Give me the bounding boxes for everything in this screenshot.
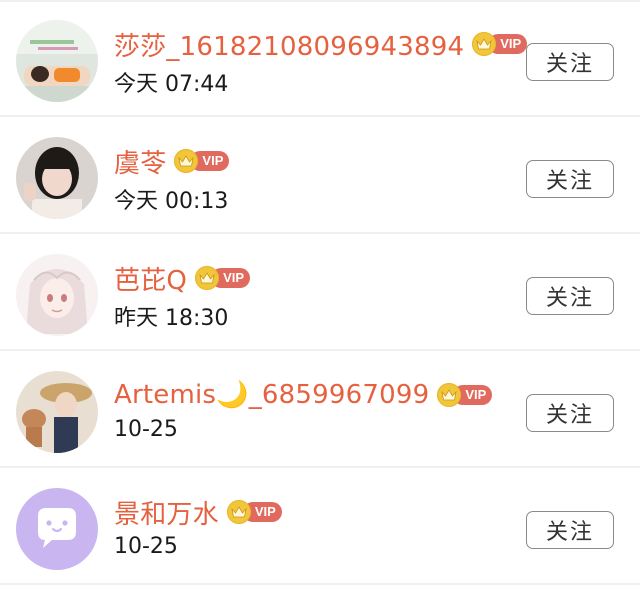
name-line: Artemis🌙_6859967099 VIP: [114, 377, 493, 413]
name-line: 虞苓 VIP: [114, 143, 230, 180]
vip-badge: VIP: [226, 500, 282, 524]
name-line: 景和万水 VIP: [114, 494, 282, 530]
divider: [0, 232, 640, 234]
follow-button[interactable]: 关注: [526, 511, 614, 549]
user-list: 莎莎_16182108096943894 VIP 今天 07:44 关注 虞苓 …: [0, 0, 640, 595]
crown-icon: [226, 500, 251, 524]
user-name[interactable]: 虞苓: [114, 143, 166, 180]
follow-button[interactable]: 关注: [526, 160, 614, 198]
user-name[interactable]: 芭芘Q: [114, 260, 187, 297]
timestamp: 昨天 18:30: [114, 306, 229, 331]
avatar[interactable]: [16, 20, 98, 102]
list-item[interactable]: Artemis🌙_6859967099 VIP 10-25 关注: [0, 353, 640, 468]
timestamp: 10-25: [114, 534, 178, 559]
user-name[interactable]: 景和万水: [114, 494, 219, 531]
vip-badge: VIP: [195, 266, 251, 290]
follow-button[interactable]: 关注: [526, 43, 614, 81]
divider: [0, 349, 640, 351]
avatar[interactable]: [16, 254, 98, 336]
divider: [0, 583, 640, 585]
list-item[interactable]: 芭芘Q VIP 昨天 18:30 关注: [0, 236, 640, 351]
user-name[interactable]: 莎莎_16182108096943894: [114, 26, 464, 63]
list-item[interactable]: 景和万水 VIP 10-25 关注: [0, 470, 640, 585]
name-line: 莎莎_16182108096943894 VIP: [114, 26, 528, 63]
name-line: 芭芘Q VIP: [114, 260, 251, 297]
list-item[interactable]: 虞苓 VIP 今天 00:13 关注: [0, 119, 640, 234]
vip-badge: VIP: [472, 32, 528, 56]
crown-icon: [195, 266, 220, 290]
timestamp: 10-25: [114, 417, 178, 442]
avatar[interactable]: [16, 137, 98, 219]
avatar[interactable]: [16, 371, 98, 453]
follow-button[interactable]: 关注: [526, 277, 614, 315]
vip-badge: VIP: [437, 383, 493, 407]
divider: [0, 466, 640, 468]
follow-button[interactable]: 关注: [526, 394, 614, 432]
avatar[interactable]: [16, 488, 98, 570]
vip-badge: VIP: [174, 149, 230, 173]
user-name[interactable]: Artemis🌙_6859967099: [114, 380, 429, 410]
list-item[interactable]: 莎莎_16182108096943894 VIP 今天 07:44 关注: [0, 2, 640, 117]
divider: [0, 115, 640, 117]
timestamp: 今天 00:13: [114, 189, 229, 214]
timestamp: 今天 07:44: [114, 72, 229, 97]
